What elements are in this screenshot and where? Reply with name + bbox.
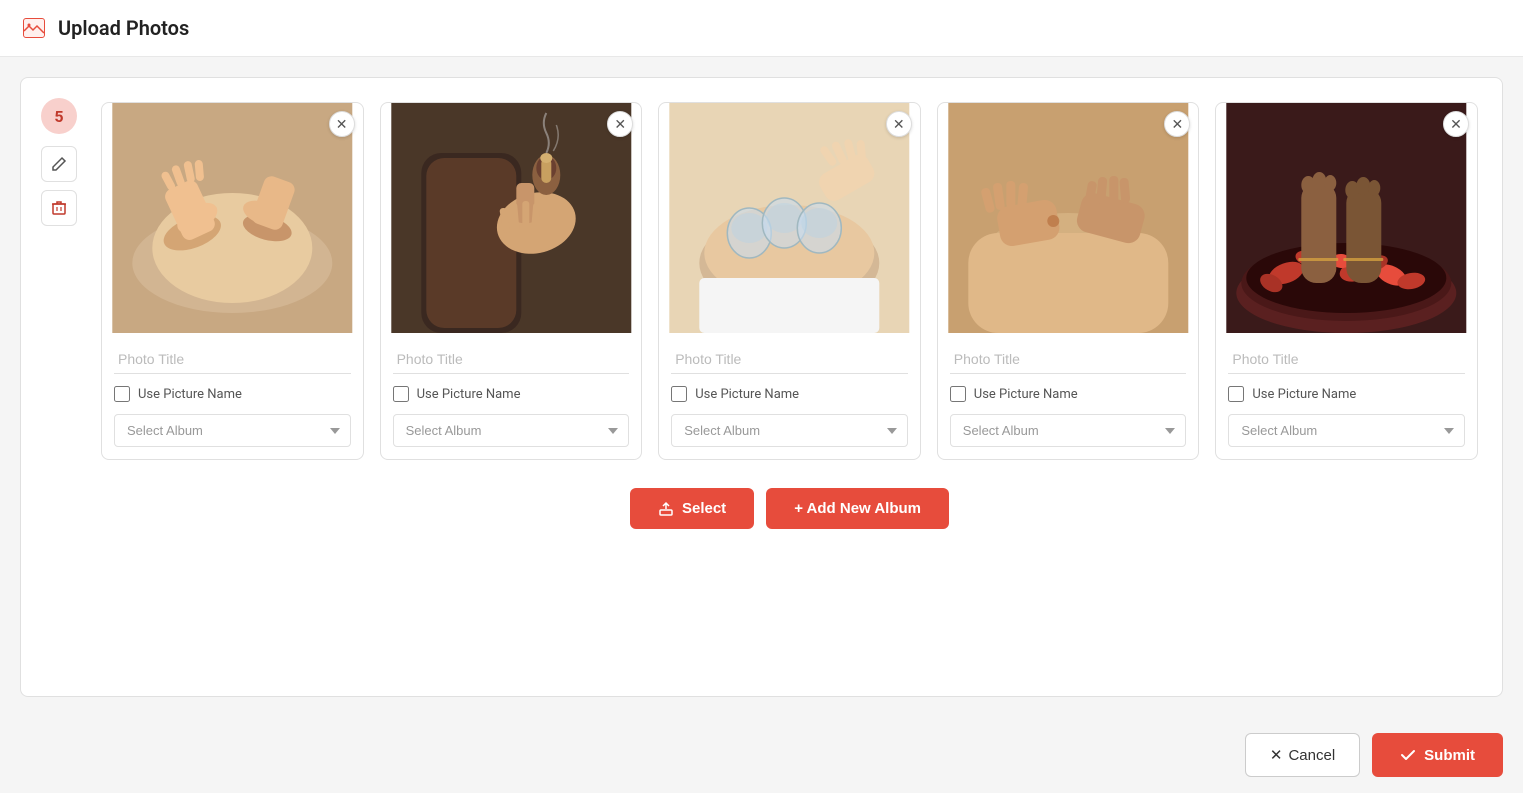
use-picture-name-checkbox-1[interactable] xyxy=(114,386,130,402)
use-picture-name-1: Use Picture Name xyxy=(114,386,351,402)
remove-photo-3-button[interactable]: ✕ xyxy=(886,111,912,137)
cancel-button[interactable]: ✕ Cancel xyxy=(1245,733,1360,777)
use-picture-name-4: Use Picture Name xyxy=(950,386,1187,402)
photo-card-3-body: Use Picture Name Select Album xyxy=(659,333,920,459)
select-album-5[interactable]: Select Album xyxy=(1228,414,1465,447)
photo-card-1: ✕ Use Picture Name Select Album xyxy=(101,102,364,460)
select-album-1[interactable]: Select Album xyxy=(114,414,351,447)
photo-title-input-3[interactable] xyxy=(671,345,908,374)
bottom-actions: Select + Add New Album xyxy=(101,488,1478,529)
photo-card-3: ✕ Use Picture Name Select Album xyxy=(658,102,921,460)
main-container: 5 xyxy=(20,77,1503,697)
use-picture-name-5: Use Picture Name xyxy=(1228,386,1465,402)
remove-photo-1-button[interactable]: ✕ xyxy=(329,111,355,137)
photo-image-wrapper-2: ✕ xyxy=(381,103,642,333)
use-picture-name-label-5[interactable]: Use Picture Name xyxy=(1252,387,1356,402)
photo-card-4-body: Use Picture Name Select Album xyxy=(938,333,1199,459)
photo-image-wrapper-5: ✕ xyxy=(1216,103,1477,333)
use-picture-name-3: Use Picture Name xyxy=(671,386,908,402)
page-header: Upload Photos xyxy=(0,0,1523,57)
delete-button[interactable] xyxy=(41,190,77,226)
photo-card-2: ✕ Use Picture Name Select Album xyxy=(380,102,643,460)
select-button-label: Select xyxy=(682,500,726,517)
use-picture-name-checkbox-2[interactable] xyxy=(393,386,409,402)
add-new-album-button[interactable]: + Add New Album xyxy=(766,488,949,529)
submit-button[interactable]: Submit xyxy=(1372,733,1503,777)
page-title: Upload Photos xyxy=(58,16,189,40)
use-picture-name-label-4[interactable]: Use Picture Name xyxy=(974,387,1078,402)
remove-photo-5-button[interactable]: ✕ xyxy=(1443,111,1469,137)
photo-count-badge: 5 xyxy=(41,98,77,134)
select-button[interactable]: Select xyxy=(630,488,754,529)
sidebar-icons: 5 xyxy=(41,98,77,226)
use-picture-name-checkbox-3[interactable] xyxy=(671,386,687,402)
photo-card-4: ✕ Use Picture Name Select Album xyxy=(937,102,1200,460)
photos-grid: ✕ Use Picture Name Select Album xyxy=(101,102,1478,460)
cancel-x-icon: ✕ xyxy=(1270,746,1283,764)
photo-card-2-body: Use Picture Name Select Album xyxy=(381,333,642,459)
use-picture-name-checkbox-4[interactable] xyxy=(950,386,966,402)
submit-label: Submit xyxy=(1424,747,1475,764)
add-album-label: + Add New Album xyxy=(794,500,921,517)
photo-title-input-2[interactable] xyxy=(393,345,630,374)
photo-card-1-body: Use Picture Name Select Album xyxy=(102,333,363,459)
select-album-3[interactable]: Select Album xyxy=(671,414,908,447)
use-picture-name-2: Use Picture Name xyxy=(393,386,630,402)
upload-photos-icon xyxy=(20,14,48,42)
photo-title-input-4[interactable] xyxy=(950,345,1187,374)
photo-card-5: ✕ Use Picture Name Select Album xyxy=(1215,102,1478,460)
select-album-4[interactable]: Select Album xyxy=(950,414,1187,447)
photo-title-input-5[interactable] xyxy=(1228,345,1465,374)
edit-button[interactable] xyxy=(41,146,77,182)
photo-image-wrapper-1: ✕ xyxy=(102,103,363,333)
upload-icon xyxy=(658,501,674,517)
use-picture-name-checkbox-5[interactable] xyxy=(1228,386,1244,402)
photo-card-5-body: Use Picture Name Select Album xyxy=(1216,333,1477,459)
photo-image-wrapper-3: ✕ xyxy=(659,103,920,333)
use-picture-name-label-1[interactable]: Use Picture Name xyxy=(138,387,242,402)
remove-photo-2-button[interactable]: ✕ xyxy=(607,111,633,137)
use-picture-name-label-2[interactable]: Use Picture Name xyxy=(417,387,521,402)
cancel-label: Cancel xyxy=(1288,747,1335,764)
select-album-2[interactable]: Select Album xyxy=(393,414,630,447)
photo-image-wrapper-4: ✕ xyxy=(938,103,1199,333)
check-icon xyxy=(1400,747,1416,763)
use-picture-name-label-3[interactable]: Use Picture Name xyxy=(695,387,799,402)
photo-title-input-1[interactable] xyxy=(114,345,351,374)
